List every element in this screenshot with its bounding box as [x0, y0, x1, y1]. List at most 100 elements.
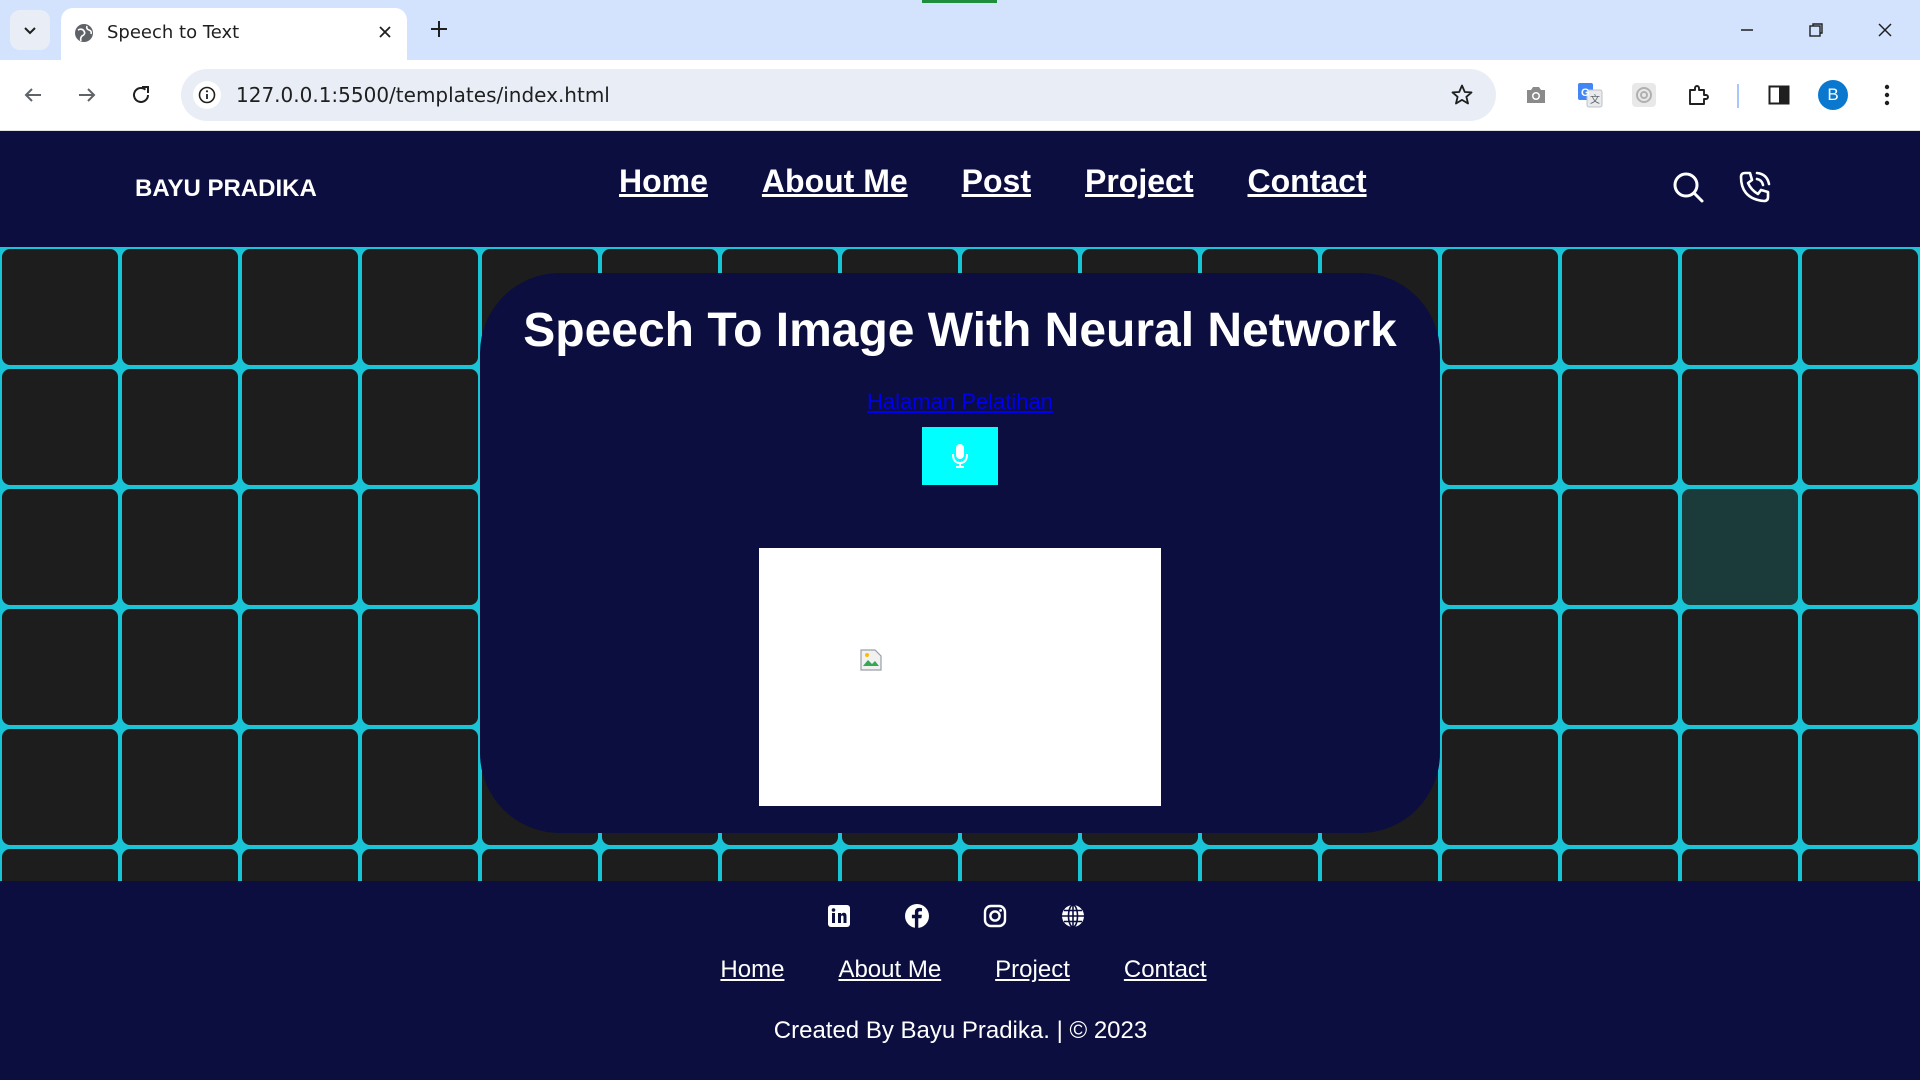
- grid-cell: [1442, 729, 1558, 845]
- arrow-right-icon: [79, 88, 96, 102]
- footer-link-contact[interactable]: Contact: [1124, 956, 1207, 984]
- profile-avatar[interactable]: B: [1818, 80, 1848, 110]
- grid-cell: [242, 609, 358, 725]
- browser-chrome: Speech to Text 127.0.0.1:5500/templates/…: [0, 0, 1920, 131]
- generated-image-frame: [759, 548, 1161, 806]
- forward-button[interactable]: [68, 76, 106, 114]
- grid-cell: [1562, 369, 1678, 485]
- extensions-puzzle-icon[interactable]: [1679, 76, 1717, 114]
- grid-cell: [482, 849, 598, 881]
- grid-cell: [1322, 849, 1438, 881]
- back-button[interactable]: [14, 76, 52, 114]
- phone-call-icon[interactable]: [1735, 167, 1775, 207]
- site-header: BAYU PRADIKA Home About Me Post Project …: [0, 131, 1920, 247]
- grid-cell: [242, 369, 358, 485]
- copyright-text: Created By Bayu Pradika. | © 2023: [773, 1017, 1148, 1044]
- grid-cell: [122, 849, 238, 881]
- tab-strip: Speech to Text: [0, 0, 1920, 60]
- grid-cell: [1682, 849, 1798, 881]
- address-bar[interactable]: 127.0.0.1:5500/templates/index.html: [181, 69, 1496, 121]
- broken-image-icon: [860, 649, 882, 671]
- active-tab[interactable]: Speech to Text: [61, 8, 407, 60]
- grid-cell: [1562, 609, 1678, 725]
- site-brand[interactable]: BAYU PRADIKA: [135, 175, 317, 203]
- grid-cell: [362, 609, 478, 725]
- grid-cell: [2, 249, 118, 365]
- grid-cell: [1682, 729, 1798, 845]
- record-mic-button[interactable]: [922, 427, 998, 485]
- globe-icon[interactable]: [1058, 901, 1088, 931]
- tab-title: Speech to Text: [107, 22, 240, 43]
- grid-cell: [1082, 849, 1198, 881]
- reload-icon: [133, 86, 149, 103]
- linkedin-icon[interactable]: [824, 901, 854, 931]
- training-page-link[interactable]: Halaman Pelatihan: [480, 389, 1440, 415]
- instagram-icon[interactable]: [980, 901, 1010, 931]
- grid-cell: [2, 489, 118, 605]
- minimize-icon: [1741, 29, 1753, 31]
- nav-post[interactable]: Post: [962, 163, 1031, 200]
- arrow-left-icon: [24, 88, 41, 102]
- restore-button[interactable]: [1794, 8, 1838, 52]
- animated-grid-background: Speech To Image With Neural Network Hala…: [0, 247, 1920, 881]
- grid-cell: [1442, 369, 1558, 485]
- grid-cell: [1682, 249, 1798, 365]
- tab-search-button[interactable]: [10, 10, 50, 50]
- grid-cell: [1442, 849, 1558, 881]
- nav-contact[interactable]: Contact: [1247, 163, 1366, 200]
- screenshot-camera-icon[interactable]: [1517, 76, 1555, 114]
- grid-cell: [722, 849, 838, 881]
- facebook-icon[interactable]: [902, 901, 932, 931]
- svg-text:文: 文: [1590, 93, 1600, 106]
- grid-cell: [122, 489, 238, 605]
- grid-cell: [242, 249, 358, 365]
- microphone-icon: [952, 444, 968, 468]
- footer-link-home[interactable]: Home: [720, 956, 784, 984]
- grid-cell: [1802, 609, 1918, 725]
- grid-cell: [1562, 729, 1678, 845]
- grid-cell: [2, 729, 118, 845]
- google-translate-icon[interactable]: G文: [1571, 76, 1609, 114]
- grid-cell: [1802, 369, 1918, 485]
- close-tab-icon[interactable]: [373, 20, 397, 44]
- grid-cell: [1442, 249, 1558, 365]
- side-panel-icon[interactable]: [1760, 76, 1798, 114]
- grid-cell: [1802, 729, 1918, 845]
- browser-toolbar: 127.0.0.1:5500/templates/index.html G文 B: [0, 60, 1920, 131]
- grid-cell: [362, 489, 478, 605]
- site-footer: Home About Me Project Contact Created By…: [0, 881, 1920, 1080]
- bookmark-star-icon[interactable]: [1448, 81, 1476, 109]
- grid-cell: [122, 609, 238, 725]
- minimize-button[interactable]: [1725, 8, 1769, 52]
- close-window-button[interactable]: [1863, 8, 1907, 52]
- search-icon[interactable]: [1668, 167, 1708, 207]
- grid-cell: [1442, 609, 1558, 725]
- restore-icon: [1809, 23, 1823, 37]
- browser-menu-icon[interactable]: [1868, 76, 1906, 114]
- grid-cell: [1442, 489, 1558, 605]
- extension-openai-icon[interactable]: [1625, 76, 1663, 114]
- grid-cell: [122, 249, 238, 365]
- grid-cell: [962, 849, 1078, 881]
- grid-cell: [122, 369, 238, 485]
- grid-cell: [1562, 489, 1678, 605]
- grid-cell: [242, 849, 358, 881]
- plus-icon: [431, 21, 447, 37]
- grid-cell: [362, 729, 478, 845]
- svg-text:G: G: [1581, 87, 1590, 99]
- grid-cell: [842, 849, 958, 881]
- nav-project[interactable]: Project: [1085, 163, 1193, 200]
- footer-link-project[interactable]: Project: [995, 956, 1070, 984]
- nav-about-me[interactable]: About Me: [762, 163, 908, 200]
- grid-cell: [1682, 369, 1798, 485]
- url-text[interactable]: 127.0.0.1:5500/templates/index.html: [236, 83, 610, 107]
- footer-link-about-me[interactable]: About Me: [838, 956, 941, 984]
- loading-indicator: [922, 0, 997, 3]
- new-tab-button[interactable]: [424, 14, 454, 44]
- close-icon: [1878, 23, 1892, 37]
- site-info-icon[interactable]: [193, 81, 221, 109]
- grid-cell: [1202, 849, 1318, 881]
- reload-button[interactable]: [122, 76, 160, 114]
- nav-home[interactable]: Home: [619, 163, 708, 200]
- hero-panel: Speech To Image With Neural Network Hala…: [480, 273, 1440, 833]
